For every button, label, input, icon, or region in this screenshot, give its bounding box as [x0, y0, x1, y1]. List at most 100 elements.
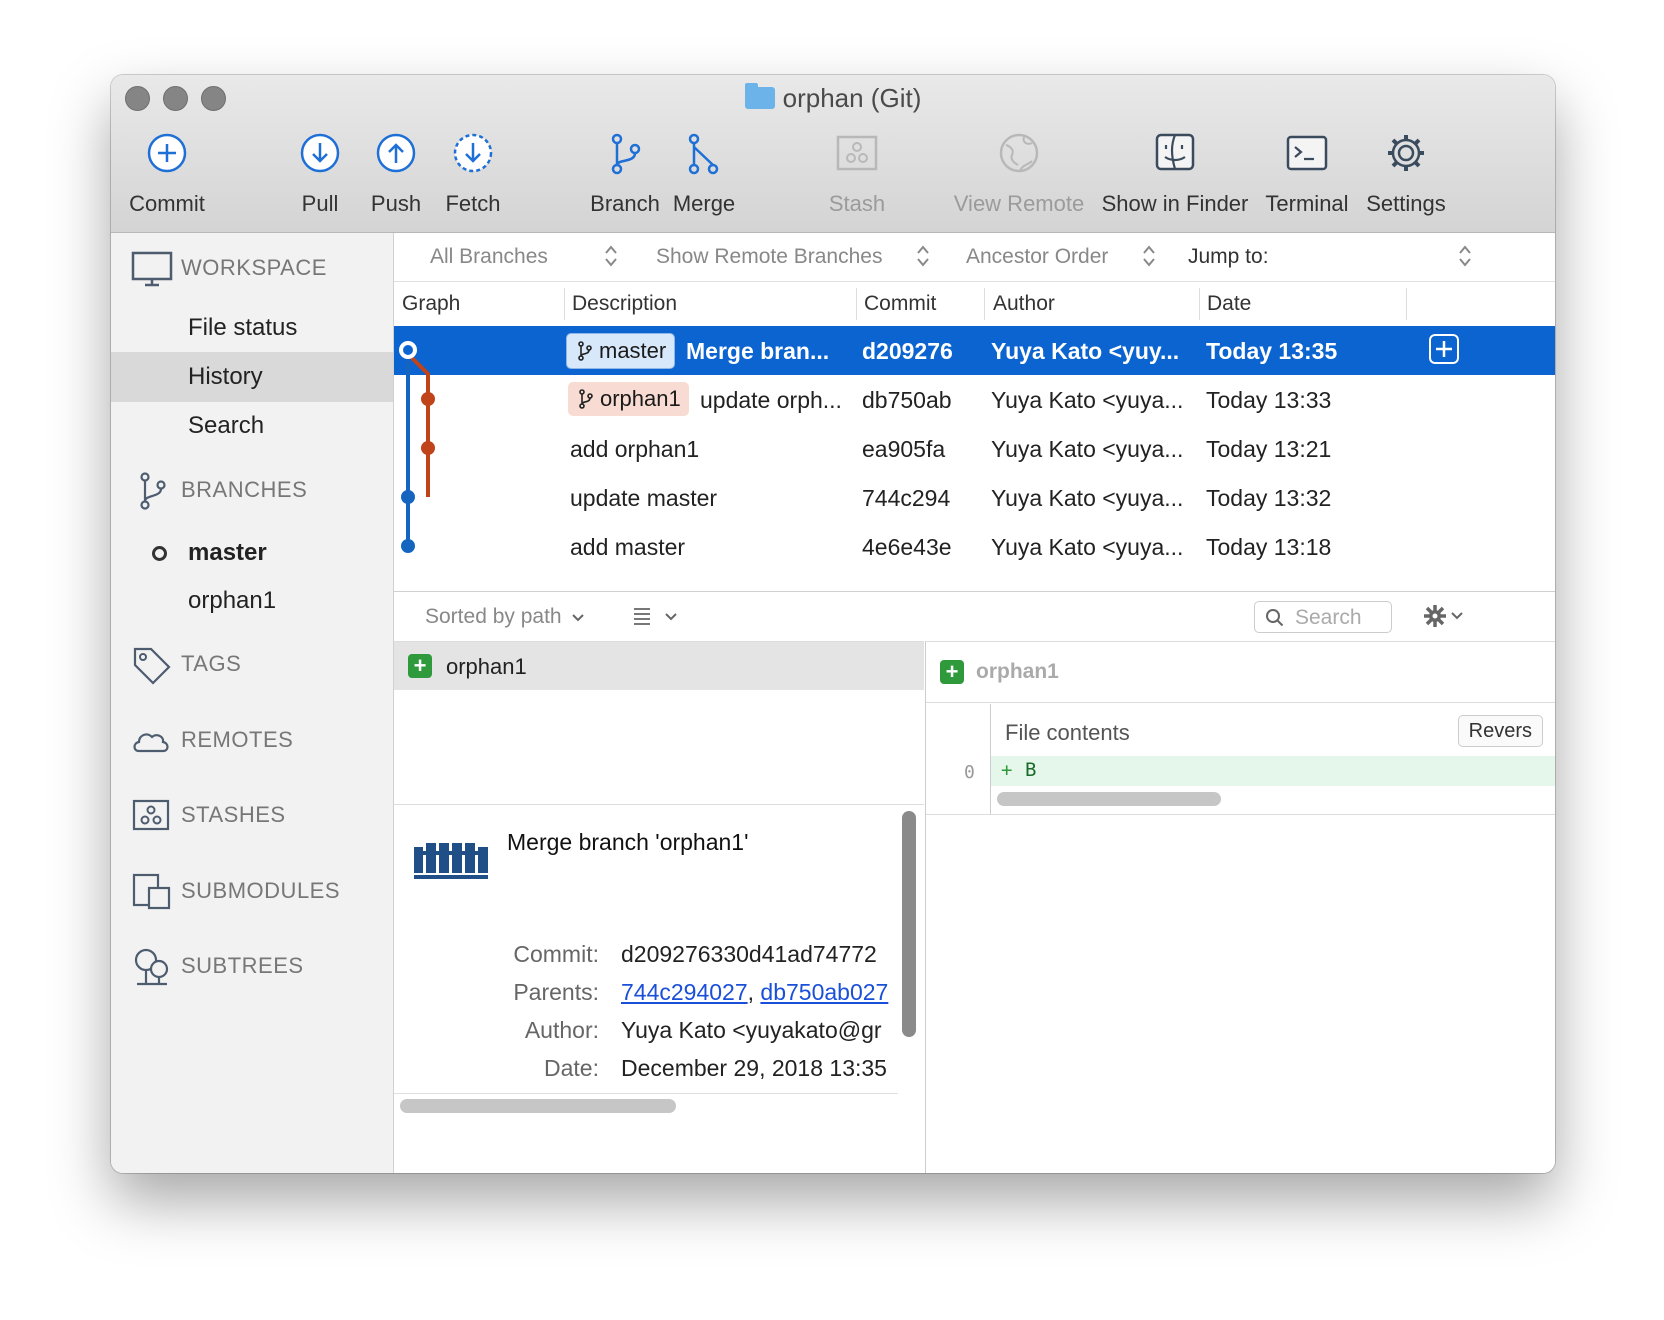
sort-select[interactable]: Sorted by path — [425, 605, 585, 629]
column-description[interactable]: Description — [572, 292, 677, 316]
commit-author: Yuya Kato <yuy... — [991, 338, 1180, 364]
graph-node[interactable] — [401, 490, 415, 504]
pull-button[interactable]: Pull — [285, 131, 355, 217]
commit-hash: d209276 — [862, 338, 953, 364]
commit-hash: db750ab — [862, 387, 952, 413]
column-graph[interactable]: Graph — [402, 292, 460, 316]
sidebar-item-search[interactable]: Search — [111, 401, 393, 451]
sidebar-item-file-status[interactable]: File status — [111, 303, 393, 353]
sidebar-header-workspace[interactable]: WORKSPACE — [131, 249, 327, 289]
merge-icon — [688, 133, 719, 175]
options-menu-button[interactable] — [1422, 603, 1464, 635]
arrow-up-circle-icon — [376, 133, 416, 173]
terminal-button[interactable]: Terminal — [1261, 131, 1353, 217]
settings-button[interactable]: Settings — [1361, 131, 1451, 217]
merge-button[interactable]: Merge — [669, 131, 739, 217]
file-name: orphan1 — [446, 654, 527, 679]
sidebar-branch-master[interactable]: master — [111, 528, 393, 578]
app-window: orphan (Git) Commit Pull Push Fetch Bran… — [111, 75, 1555, 1173]
jump-to-select[interactable]: Jump to: — [1188, 245, 1269, 269]
diff-file-name: orphan1 — [976, 660, 1059, 683]
branch-icon — [578, 341, 592, 361]
commit-date: Today 13:35 — [1206, 338, 1338, 364]
select-arrows-icon — [1143, 245, 1155, 267]
branch-label: master — [188, 539, 267, 566]
column-divider[interactable] — [984, 288, 985, 320]
show-in-finder-button[interactable]: Show in Finder — [1101, 131, 1249, 217]
branch-filter-select[interactable]: All Branches — [430, 245, 548, 269]
table-row[interactable]: master Merge bran... d209276 Yuya Kato <… — [394, 326, 1555, 375]
diff-file-header: + orphan1 — [926, 642, 1555, 703]
parents-value: 744c294027, db750ab027 — [621, 979, 898, 1006]
commit-author: Yuya Kato <yuya... — [991, 485, 1184, 511]
revert-button[interactable]: Revers — [1457, 715, 1543, 747]
added-file-icon: + — [408, 654, 432, 678]
diff-panel: + orphan1 0 File contents Revers + B — [925, 641, 1555, 1173]
monitor-icon — [131, 251, 173, 287]
graph-node[interactable] — [421, 441, 435, 455]
fetch-button[interactable]: Fetch — [433, 131, 513, 217]
column-author[interactable]: Author — [993, 292, 1055, 316]
plus-square-icon[interactable] — [1429, 334, 1459, 364]
branch-tag-label: master — [599, 338, 667, 363]
branch-button[interactable]: Branch — [585, 131, 665, 217]
push-button[interactable]: Push — [359, 131, 433, 217]
gear-icon — [1424, 605, 1446, 627]
commit-author: Yuya Kato <yuya... — [991, 534, 1184, 560]
select-arrows-icon — [1459, 245, 1471, 267]
column-divider[interactable] — [564, 288, 565, 320]
sidebar: WORKSPACE File status History Search BRA… — [111, 233, 394, 1173]
sidebar-branch-orphan1[interactable]: orphan1 — [111, 576, 393, 626]
column-divider[interactable] — [1406, 288, 1407, 320]
list-icon — [634, 608, 650, 625]
vertical-scrollbar[interactable] — [902, 811, 916, 1037]
sidebar-header-tags[interactable]: TAGS — [131, 645, 241, 685]
date-value: December 29, 2018 13:35 — [621, 1055, 887, 1081]
file-search-input[interactable]: Search — [1254, 601, 1392, 633]
commit-button[interactable]: Commit — [119, 131, 215, 217]
terminal-icon — [1286, 135, 1328, 171]
sidebar-item-history[interactable]: History — [111, 352, 393, 402]
commit-date: Today 13:33 — [1206, 387, 1332, 413]
arrow-down-circle-icon — [300, 133, 340, 173]
sidebar-header-submodules[interactable]: SUBMODULES — [131, 872, 340, 912]
remote-branches-select[interactable]: Show Remote Branches — [656, 245, 882, 269]
stash-button[interactable]: Stash — [819, 131, 895, 217]
column-divider[interactable] — [1199, 288, 1200, 320]
parents-label: Parents: — [513, 979, 599, 1005]
branch-tag-master: master — [566, 333, 676, 369]
table-row[interactable]: add orphan1 ea905fa Yuya Kato <yuya... T… — [394, 424, 1555, 473]
horizontal-scrollbar[interactable] — [997, 792, 1221, 806]
search-placeholder: Search — [1295, 606, 1362, 629]
diff-hunk: File contents Revers + B — [990, 704, 1555, 815]
sidebar-header-remotes[interactable]: REMOTES — [131, 721, 293, 761]
plus-circle-icon — [147, 133, 187, 173]
divider — [394, 1093, 898, 1094]
commit-table-header: Graph Description Commit Author Date — [394, 281, 1555, 327]
parent-link[interactable]: 744c294027 — [621, 979, 748, 1005]
sidebar-header-subtrees[interactable]: SUBTREES — [131, 947, 304, 987]
commit-description: update master — [570, 485, 718, 511]
graph-node[interactable] — [401, 539, 415, 553]
view-mode-select[interactable] — [632, 606, 678, 632]
graph-node[interactable] — [421, 392, 435, 406]
branch-tag-orphan1: orphan1 — [568, 382, 689, 416]
window-title: orphan (Git) — [111, 83, 1555, 114]
sidebar-header-stashes[interactable]: STASHES — [131, 796, 286, 836]
horizontal-scrollbar[interactable] — [400, 1099, 676, 1113]
filter-bar: All Branches Show Remote Branches Ancest… — [394, 233, 1555, 281]
file-row[interactable]: + orphan1 — [394, 642, 924, 690]
table-row[interactable]: add master 4e6e43e Yuya Kato <yuya... To… — [394, 522, 1555, 571]
parent-link[interactable]: db750ab027 — [760, 979, 888, 1005]
view-remote-button[interactable]: View Remote — [953, 131, 1085, 217]
column-divider[interactable] — [856, 288, 857, 320]
order-select[interactable]: Ancestor Order — [966, 245, 1108, 269]
table-row[interactable]: orphan1 update orph... db750ab Yuya Kato… — [394, 375, 1555, 424]
commit-details: Merge branch 'orphan1' Commit: d20927633… — [394, 804, 924, 1173]
commit-date: Today 13:21 — [1206, 436, 1332, 462]
tag-icon — [133, 647, 171, 685]
column-commit[interactable]: Commit — [864, 292, 936, 316]
sidebar-header-branches[interactable]: BRANCHES — [131, 471, 307, 511]
table-row[interactable]: update master 744c294 Yuya Kato <yuya...… — [394, 473, 1555, 522]
column-date[interactable]: Date — [1207, 292, 1251, 316]
